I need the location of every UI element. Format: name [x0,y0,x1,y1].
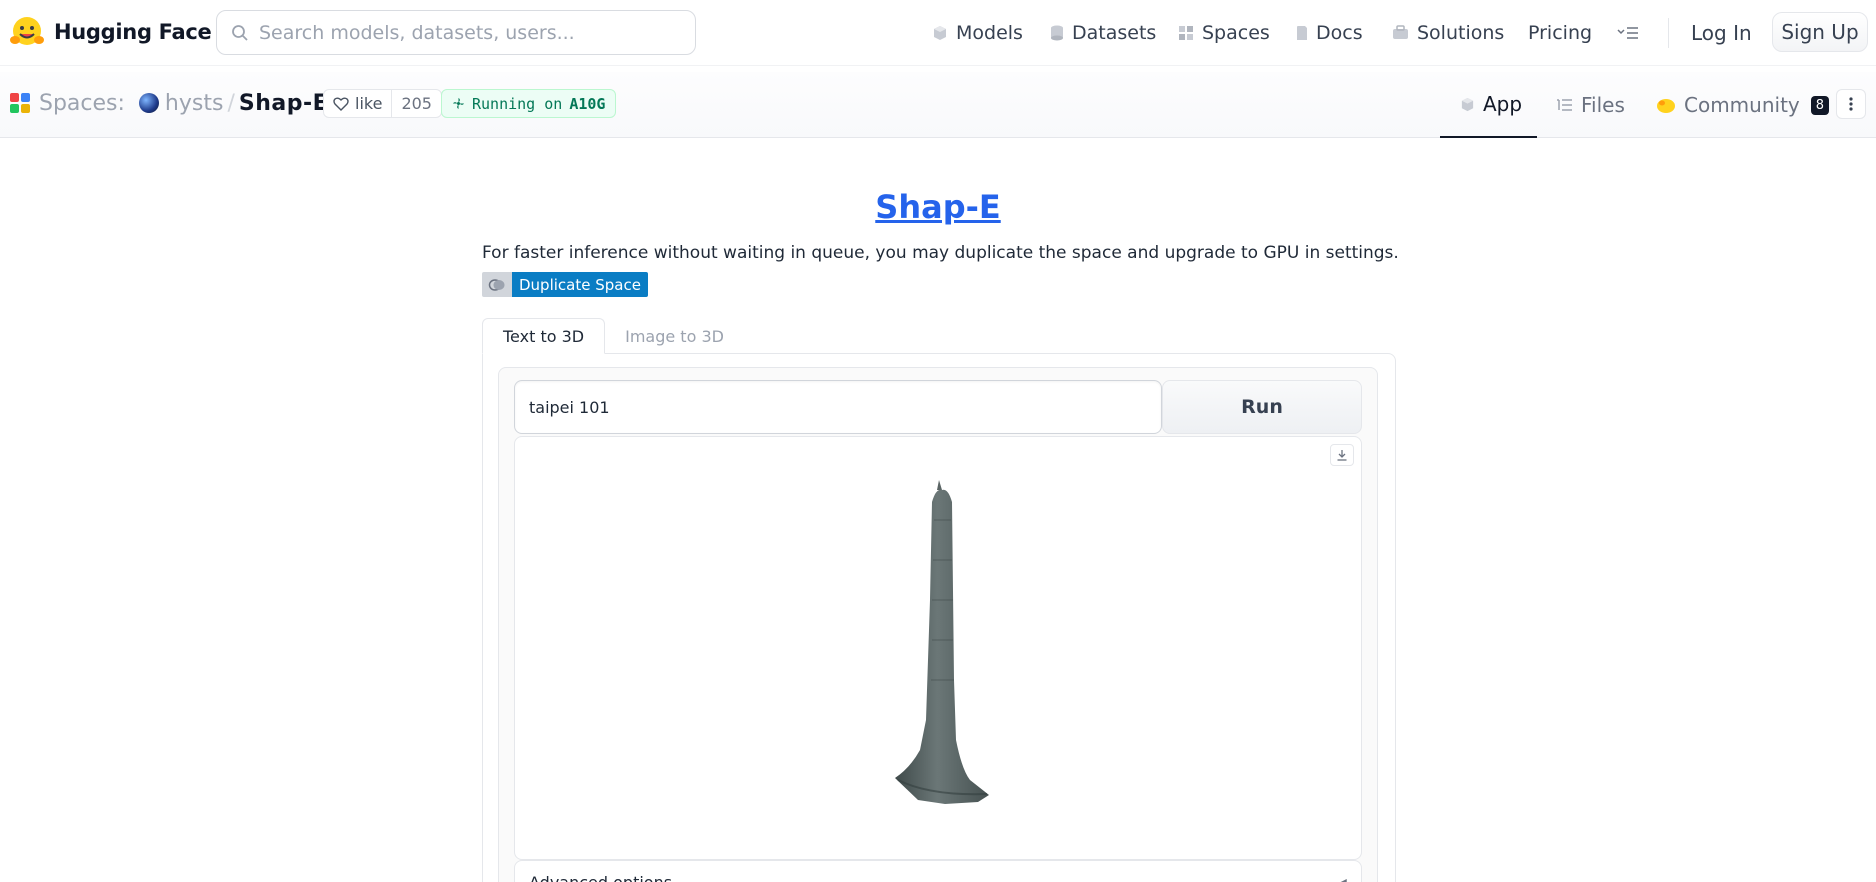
hugging-face-emoji-icon [10,17,44,45]
tab-app[interactable]: App [1440,72,1537,138]
space-name-link[interactable]: Shap-E [239,91,328,116]
nav-models-label: Models [956,21,1023,44]
docs-icon [1297,25,1307,40]
breadcrumb: Spaces: hysts / Shap-E [10,88,354,118]
tab-image-to-3d[interactable]: Image to 3D [605,318,744,354]
nav-spaces-label: Spaces [1202,21,1270,44]
run-button[interactable]: Run [1162,380,1362,434]
nav-pricing-label: Pricing [1528,21,1593,44]
app-tab-bar: Text to 3D Image to 3D [482,318,744,354]
hugging-face-logo[interactable]: Hugging Face [10,14,212,50]
nav-more-menu[interactable] [1617,10,1639,55]
accordion-arrow-icon: ◀ [1336,876,1347,882]
spaces-icon [1179,25,1193,40]
nav-models[interactable]: Models [932,10,1023,55]
duplicate-icon-box [482,272,512,297]
app-title-wrap: Shap-E [0,188,1876,226]
login-link[interactable]: Log In [1691,10,1752,55]
nav-docs-label: Docs [1316,21,1363,44]
files-icon [1557,99,1572,111]
cube-icon [934,25,946,40]
tab-community-label: Community [1684,93,1800,117]
spaces-logo-icon [10,93,30,113]
download-icon [1337,450,1347,461]
tab-app-label: App [1483,92,1523,116]
spaces-section-label[interactable]: Spaces: [39,91,125,116]
more-menu-icon [1617,26,1638,39]
prompt-input[interactable]: taipei 101 [514,380,1162,434]
app-description: For faster inference without waiting in … [482,243,1399,263]
breadcrumb-separator: / [227,90,235,116]
header-divider [1668,18,1669,48]
top-header: Hugging Face Search models, datasets, us… [0,0,1876,66]
space-header: Spaces: hysts / Shap-E like 205 Running … [0,72,1876,138]
download-button[interactable] [1330,444,1354,466]
owner-avatar [138,93,159,113]
advanced-options-label: Advanced options [529,873,672,882]
hardware-label: A10G [569,94,606,113]
nav-pricing[interactable]: Pricing [1528,10,1592,55]
tab-files-label: Files [1581,93,1625,117]
nav-datasets-label: Datasets [1072,21,1157,44]
taipei-101-model-render [895,480,989,804]
duplicate-space-label: Duplicate Space [512,272,648,297]
running-status-text: Running on [472,94,563,113]
tab-files[interactable]: Files [1556,72,1625,138]
more-options-button[interactable] [1836,89,1866,119]
signup-button[interactable]: Sign Up [1772,12,1868,52]
database-icon [1051,25,1063,40]
like-group: like 205 [323,89,442,118]
owner-link[interactable]: hysts [165,91,224,116]
vertical-dots-icon [1849,97,1853,111]
search-icon [232,24,248,41]
nav-solutions[interactable]: Solutions [1392,10,1504,55]
duplicate-icon [488,278,505,291]
app-cube-icon [1461,97,1474,111]
running-status-badge[interactable]: Running on A10G [441,89,617,118]
search-input[interactable]: Search models, datasets, users... [216,10,696,55]
nav-solutions-label: Solutions [1417,21,1505,44]
community-count-badge: 8 [1810,95,1830,115]
like-button[interactable]: like [324,90,393,117]
like-label: like [355,94,383,113]
nav-spaces[interactable]: Spaces [1178,10,1270,55]
heart-icon [333,97,349,111]
community-icon [1657,98,1675,113]
advanced-options-accordion[interactable]: Advanced options [514,860,1362,882]
briefcase-icon [1393,25,1408,39]
like-count[interactable]: 205 [392,90,441,117]
tab-community[interactable]: Community 8 [1656,72,1830,138]
search-placeholder: Search models, datasets, users... [259,21,575,44]
app-title-link[interactable]: Shap-E [875,188,1000,226]
duplicate-space-badge[interactable]: Duplicate Space [482,272,648,297]
fan-icon [452,97,465,110]
brand-name: Hugging Face [54,20,212,44]
tab-text-to-3d[interactable]: Text to 3D [482,318,606,354]
nav-datasets[interactable]: Datasets [1050,10,1156,55]
nav-docs[interactable]: Docs [1296,10,1363,55]
